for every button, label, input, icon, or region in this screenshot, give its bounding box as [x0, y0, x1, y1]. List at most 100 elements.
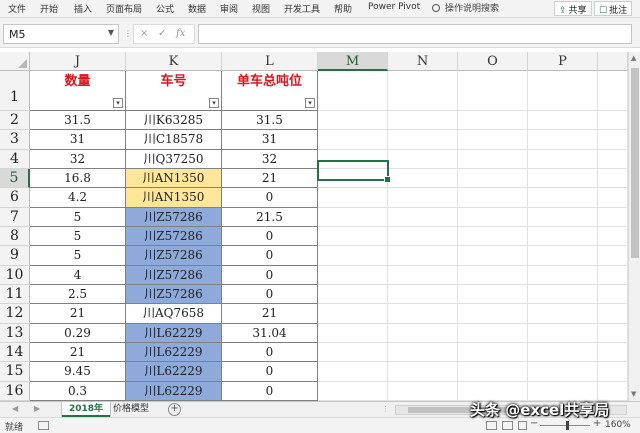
table-cell[interactable]: [318, 130, 388, 150]
filter-dropdown-icon[interactable]: ▾: [209, 98, 219, 108]
table-cell[interactable]: [318, 207, 388, 227]
table-cell[interactable]: 5: [30, 226, 126, 247]
table-cell[interactable]: [388, 71, 458, 111]
table-cell[interactable]: 4.2: [30, 188, 126, 208]
table-cell[interactable]: [458, 71, 528, 111]
table-cell[interactable]: [388, 168, 458, 189]
table-cell[interactable]: [598, 130, 628, 150]
table-cell[interactable]: [388, 323, 458, 343]
table-cell[interactable]: [598, 71, 628, 111]
table-cell[interactable]: [388, 265, 458, 285]
table-cell[interactable]: 5: [30, 246, 126, 266]
table-cell[interactable]: [458, 284, 528, 305]
table-cell[interactable]: 21: [222, 304, 318, 324]
table-cell[interactable]: 32: [30, 149, 126, 169]
table-cell[interactable]: 21: [222, 168, 318, 189]
column-header-m[interactable]: M: [318, 52, 388, 71]
menu-power-pivot[interactable]: Power Pivot: [368, 2, 420, 12]
table-cell[interactable]: [318, 111, 388, 131]
table-cell[interactable]: [528, 226, 598, 247]
table-cell[interactable]: [528, 168, 598, 189]
table-cell[interactable]: 21: [30, 304, 126, 324]
scroll-down-icon[interactable]: ▼: [631, 390, 636, 398]
table-cell[interactable]: [598, 207, 628, 227]
vertical-scroll-thumb[interactable]: [631, 68, 639, 258]
table-cell[interactable]: [598, 304, 628, 324]
table-cell[interactable]: 0: [222, 246, 318, 266]
table-cell[interactable]: 川L62229: [126, 342, 222, 363]
row-header[interactable]: 6: [0, 188, 30, 208]
table-cell[interactable]: [388, 111, 458, 131]
table-cell[interactable]: [318, 284, 388, 305]
table-cell[interactable]: [318, 362, 388, 382]
table-cell[interactable]: [388, 304, 458, 324]
table-cell[interactable]: [528, 188, 598, 208]
table-cell[interactable]: 川Z57286: [126, 265, 222, 285]
menu-view[interactable]: 视图: [252, 2, 270, 15]
table-cell[interactable]: [318, 188, 388, 208]
comments-button[interactable]: ☐ 批注: [594, 1, 633, 16]
row-header[interactable]: 9: [0, 246, 30, 266]
row-header[interactable]: 10: [0, 265, 30, 285]
table-header-cell[interactable]: 数量 ▾: [30, 71, 126, 111]
table-cell[interactable]: 0: [222, 265, 318, 285]
table-cell[interactable]: 16.8: [30, 168, 126, 189]
menu-insert[interactable]: 插入: [74, 2, 92, 15]
select-all-corner[interactable]: [0, 52, 30, 71]
table-cell[interactable]: [458, 265, 528, 285]
enter-icon[interactable]: ✓: [158, 28, 166, 39]
table-cell[interactable]: 32: [222, 149, 318, 169]
active-cell-selection[interactable]: [317, 160, 391, 183]
table-cell[interactable]: [528, 71, 598, 111]
cancel-icon[interactable]: ×: [140, 28, 148, 39]
row-header[interactable]: 4: [0, 149, 30, 169]
menu-review[interactable]: 审阅: [220, 2, 238, 15]
table-cell[interactable]: [388, 284, 458, 305]
table-cell[interactable]: [458, 323, 528, 343]
table-cell[interactable]: [528, 304, 598, 324]
table-header-cell[interactable]: 车号 ▾: [126, 71, 222, 111]
name-box[interactable]: M5 ▼: [3, 24, 119, 44]
table-cell[interactable]: [528, 265, 598, 285]
menu-help[interactable]: 帮助: [334, 2, 352, 15]
table-cell[interactable]: 川K63285: [126, 111, 222, 131]
table-cell[interactable]: 31: [30, 130, 126, 150]
table-cell[interactable]: 0.3: [30, 381, 126, 401]
table-cell[interactable]: [318, 342, 388, 363]
table-cell[interactable]: [528, 149, 598, 169]
table-cell[interactable]: [458, 111, 528, 131]
sheet-tab-2018[interactable]: 2018年: [62, 402, 111, 417]
table-cell[interactable]: [388, 226, 458, 247]
splitter-dots-icon[interactable]: ⋮: [124, 29, 132, 38]
table-cell[interactable]: [458, 207, 528, 227]
table-cell[interactable]: [598, 265, 628, 285]
menu-formulas[interactable]: 公式: [156, 2, 174, 15]
table-cell[interactable]: [528, 362, 598, 382]
scroll-up-icon[interactable]: ▲: [631, 54, 636, 62]
table-cell[interactable]: 川Z57286: [126, 284, 222, 305]
table-cell[interactable]: [598, 342, 628, 363]
table-cell[interactable]: 川L62229: [126, 323, 222, 343]
row-header[interactable]: 3: [0, 130, 30, 150]
column-header-o[interactable]: O: [458, 52, 528, 71]
row-header[interactable]: 13: [0, 323, 30, 343]
table-cell[interactable]: 0: [222, 188, 318, 208]
row-header[interactable]: 15: [0, 362, 30, 382]
table-cell[interactable]: [458, 168, 528, 189]
tab-split-dots-icon[interactable]: ⋮: [382, 405, 389, 413]
table-cell[interactable]: 0: [222, 342, 318, 363]
table-cell[interactable]: 31: [222, 130, 318, 150]
table-header-cell[interactable]: 单车总吨位 ▾: [222, 71, 318, 111]
table-cell[interactable]: [598, 168, 628, 189]
table-cell[interactable]: 21.5: [222, 207, 318, 227]
row-header[interactable]: 16: [0, 381, 30, 401]
row-header[interactable]: 14: [0, 342, 30, 363]
table-cell[interactable]: [598, 362, 628, 382]
tell-me-search[interactable]: 操作说明搜索: [432, 1, 499, 14]
table-cell[interactable]: [318, 246, 388, 266]
table-cell[interactable]: 川Z57286: [126, 226, 222, 247]
table-cell[interactable]: [388, 381, 458, 401]
menu-file[interactable]: 文件: [8, 2, 26, 15]
table-cell[interactable]: 川AQ7658: [126, 304, 222, 324]
table-cell[interactable]: [388, 207, 458, 227]
